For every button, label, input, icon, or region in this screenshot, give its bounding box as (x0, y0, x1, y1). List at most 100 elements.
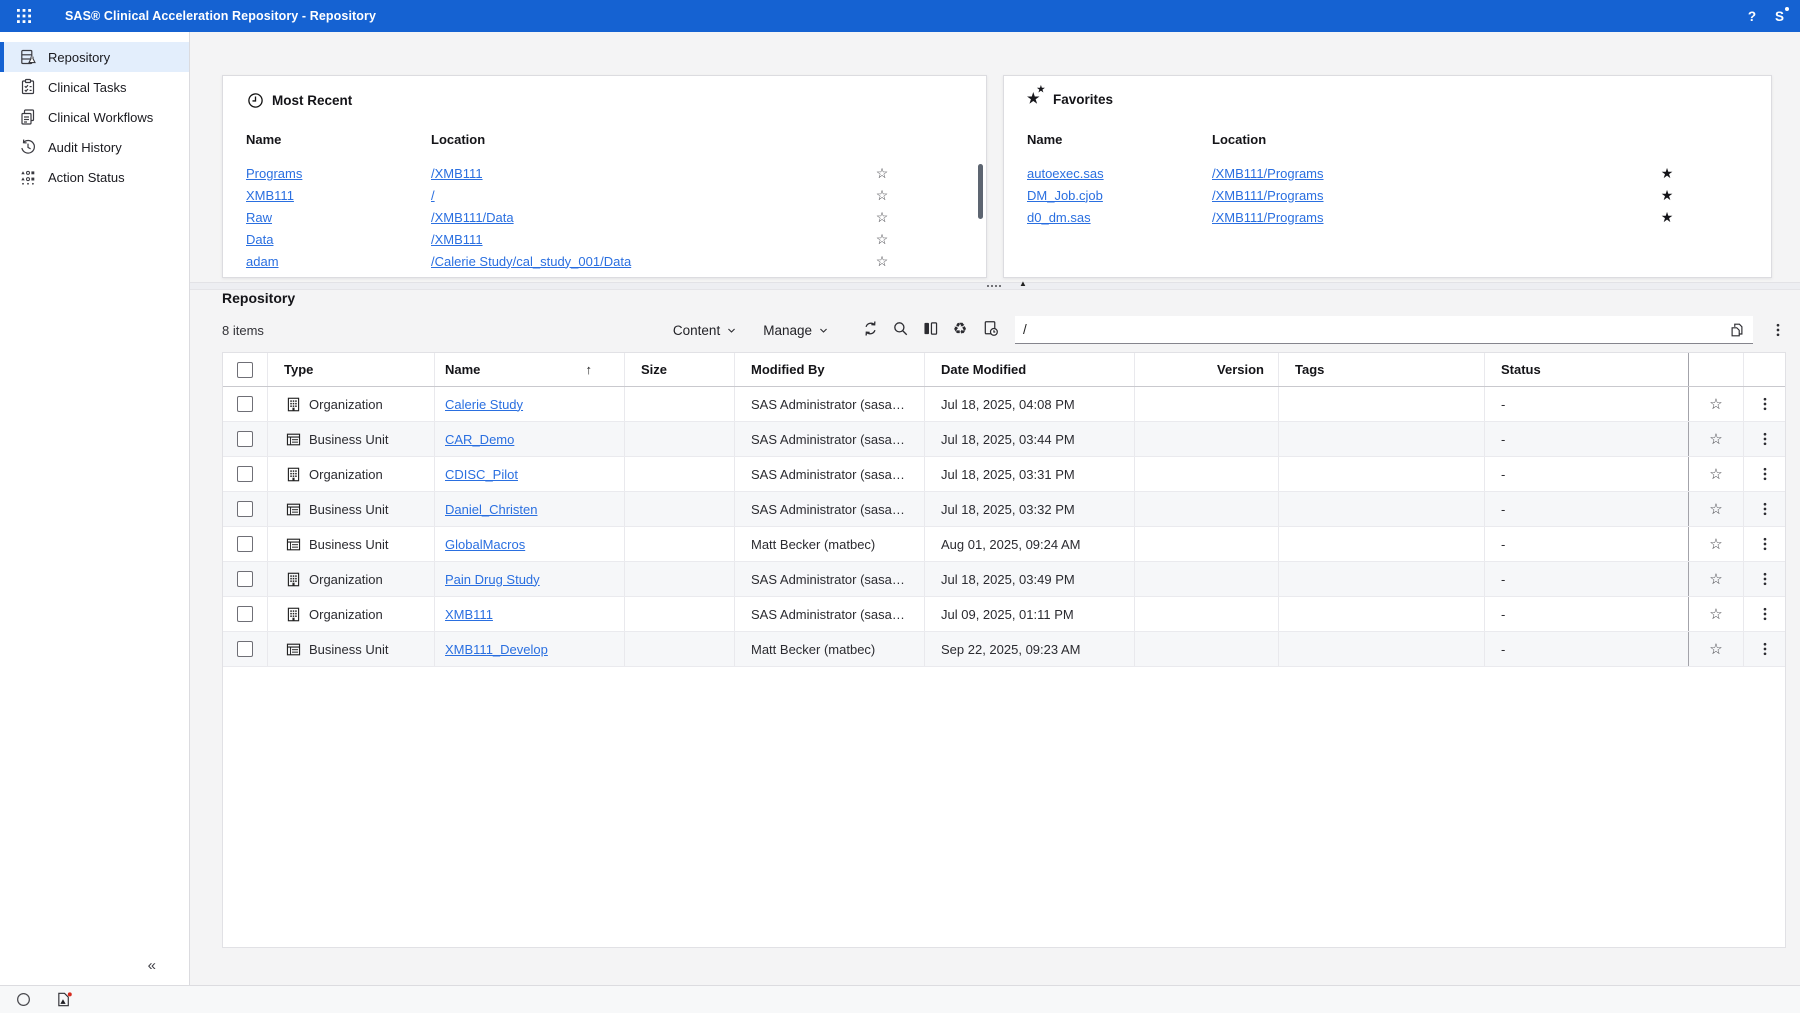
sidebar-item-repository[interactable]: Repository (0, 42, 189, 72)
item-name-link[interactable]: XMB111 (246, 188, 431, 203)
cell-date-modified: Jul 18, 2025, 03:44 PM (925, 422, 1135, 456)
search-button[interactable] (885, 317, 915, 343)
sidebar-item-audit-history[interactable]: Audit History (0, 132, 189, 162)
sidebar-item-clinical-tasks[interactable]: Clinical Tasks (0, 72, 189, 102)
header-status[interactable]: Status (1485, 353, 1689, 386)
item-location-link[interactable]: /XMB111/Data (431, 210, 862, 225)
circle-status-icon[interactable] (15, 991, 32, 1008)
star-outline-icon[interactable]: ☆ (862, 275, 902, 277)
star-outline-icon[interactable]: ☆ (862, 187, 902, 204)
item-name-link[interactable]: CDISC_Pilot (445, 467, 518, 482)
row-menu-button[interactable] (1757, 500, 1773, 518)
row-checkbox[interactable] (237, 396, 253, 412)
most-recent-scrollbar-thumb[interactable] (978, 164, 983, 219)
item-name-link[interactable]: Programs (246, 166, 431, 181)
path-input[interactable]: / (1015, 316, 1753, 344)
select-all-checkbox[interactable] (237, 362, 253, 378)
item-name-link[interactable]: autoexec.sas (1027, 166, 1212, 181)
toolbar-overflow-button[interactable] (1770, 321, 1786, 339)
item-name-link[interactable]: Daniel_Christen (445, 502, 538, 517)
log-warning-icon[interactable] (55, 991, 74, 1008)
sidebar-item-action-status[interactable]: Action Status (0, 162, 189, 192)
row-checkbox[interactable] (237, 431, 253, 447)
star-outline-icon[interactable]: ☆ (862, 231, 902, 248)
star-outline-icon[interactable]: ☆ (862, 253, 902, 270)
app-launcher-waffle-icon[interactable] (10, 8, 38, 24)
splitter-collapse-icon[interactable]: ▲ (1019, 279, 1027, 288)
header-name[interactable]: Name↑ (435, 353, 625, 386)
compare-panels-button[interactable] (915, 317, 945, 343)
row-menu-button[interactable] (1757, 395, 1773, 413)
cell-tags (1279, 457, 1485, 491)
splitter-handle-icon[interactable] (987, 285, 1001, 287)
item-name-link[interactable]: Calerie Study (445, 397, 523, 412)
favorite-toggle-icon[interactable]: ☆ (1709, 395, 1722, 413)
item-name-link[interactable]: Programs (246, 276, 431, 277)
item-name-link[interactable]: CAR_Demo (445, 432, 514, 447)
row-checkbox[interactable] (237, 501, 253, 517)
row-checkbox[interactable] (237, 641, 253, 657)
table-header-row: Type Name↑ Size Modified By Date Modifie… (223, 353, 1785, 387)
row-checkbox[interactable] (237, 571, 253, 587)
panel-splitter[interactable]: ▲ (190, 282, 1800, 290)
favorite-toggle-icon[interactable]: ☆ (1709, 465, 1722, 483)
cell-size (625, 597, 735, 631)
header-modified-by[interactable]: Modified By (735, 353, 925, 386)
item-name-link[interactable]: XMB111_Develop (445, 642, 548, 657)
item-name-link[interactable]: DM_Job.cjob (1027, 188, 1212, 203)
item-name-link[interactable]: adam (246, 254, 431, 269)
item-name-link[interactable]: GlobalMacros (445, 537, 525, 552)
sidebar-collapse-button[interactable]: « (148, 957, 156, 974)
row-menu-button[interactable] (1757, 640, 1773, 658)
sort-ascending-icon[interactable]: ↑ (586, 362, 593, 377)
row-checkbox[interactable] (237, 466, 253, 482)
row-menu-button[interactable] (1757, 465, 1773, 483)
cell-size (625, 422, 735, 456)
header-type[interactable]: Type (268, 353, 435, 386)
row-menu-button[interactable] (1757, 430, 1773, 448)
help-button[interactable]: ? (1735, 9, 1769, 24)
item-location-link[interactable]: /Calerie Study/cal_study_001 (431, 276, 862, 277)
most-recent-rows: Programs/XMB111☆XMB111/☆Raw/XMB111/Data☆… (246, 162, 986, 276)
star-outline-icon[interactable]: ☆ (862, 209, 902, 226)
item-location-link[interactable]: /XMB111/Programs (1212, 166, 1647, 181)
favorite-toggle-icon[interactable]: ☆ (1709, 430, 1722, 448)
item-name-link[interactable]: Raw (246, 210, 431, 225)
star-filled-icon[interactable]: ★ (1647, 165, 1687, 182)
favorite-toggle-icon[interactable]: ☆ (1709, 570, 1722, 588)
row-menu-button[interactable] (1757, 570, 1773, 588)
star-filled-icon[interactable]: ★ (1647, 187, 1687, 204)
favorite-toggle-icon[interactable]: ☆ (1709, 535, 1722, 553)
item-location-link[interactable]: /XMB111 (431, 166, 862, 181)
item-name-link[interactable]: d0_dm.sas (1027, 210, 1212, 225)
row-menu-button[interactable] (1757, 535, 1773, 553)
file-status-button[interactable] (975, 317, 1005, 343)
recycle-button[interactable]: ♻ (945, 317, 975, 343)
star-filled-icon[interactable]: ★ (1647, 209, 1687, 226)
header-size[interactable]: Size (625, 353, 735, 386)
item-location-link[interactable]: / (431, 188, 862, 203)
row-checkbox[interactable] (237, 606, 253, 622)
manage-dropdown[interactable]: Manage (763, 323, 829, 338)
item-location-link[interactable]: /Calerie Study/cal_study_001/Data (431, 254, 862, 269)
item-name-link[interactable]: Pain Drug Study (445, 572, 540, 587)
favorite-toggle-icon[interactable]: ☆ (1709, 605, 1722, 623)
copy-path-icon[interactable] (1729, 322, 1745, 338)
header-version[interactable]: Version (1135, 353, 1279, 386)
item-location-link[interactable]: /XMB111/Programs (1212, 188, 1647, 203)
user-avatar[interactable]: S (1775, 9, 1784, 24)
item-location-link[interactable]: /XMB111/Programs (1212, 210, 1647, 225)
sidebar-item-clinical-workflows[interactable]: Clinical Workflows (0, 102, 189, 132)
row-checkbox[interactable] (237, 536, 253, 552)
item-location-link[interactable]: /XMB111 (431, 232, 862, 247)
favorite-toggle-icon[interactable]: ☆ (1709, 500, 1722, 518)
star-outline-icon[interactable]: ☆ (862, 165, 902, 182)
item-name-link[interactable]: Data (246, 232, 431, 247)
content-dropdown[interactable]: Content (673, 323, 737, 338)
refresh-button[interactable] (855, 317, 885, 343)
item-name-link[interactable]: XMB111 (445, 607, 493, 622)
header-date-modified[interactable]: Date Modified (925, 353, 1135, 386)
row-menu-button[interactable] (1757, 605, 1773, 623)
header-tags[interactable]: Tags (1279, 353, 1485, 386)
favorite-toggle-icon[interactable]: ☆ (1709, 640, 1722, 658)
